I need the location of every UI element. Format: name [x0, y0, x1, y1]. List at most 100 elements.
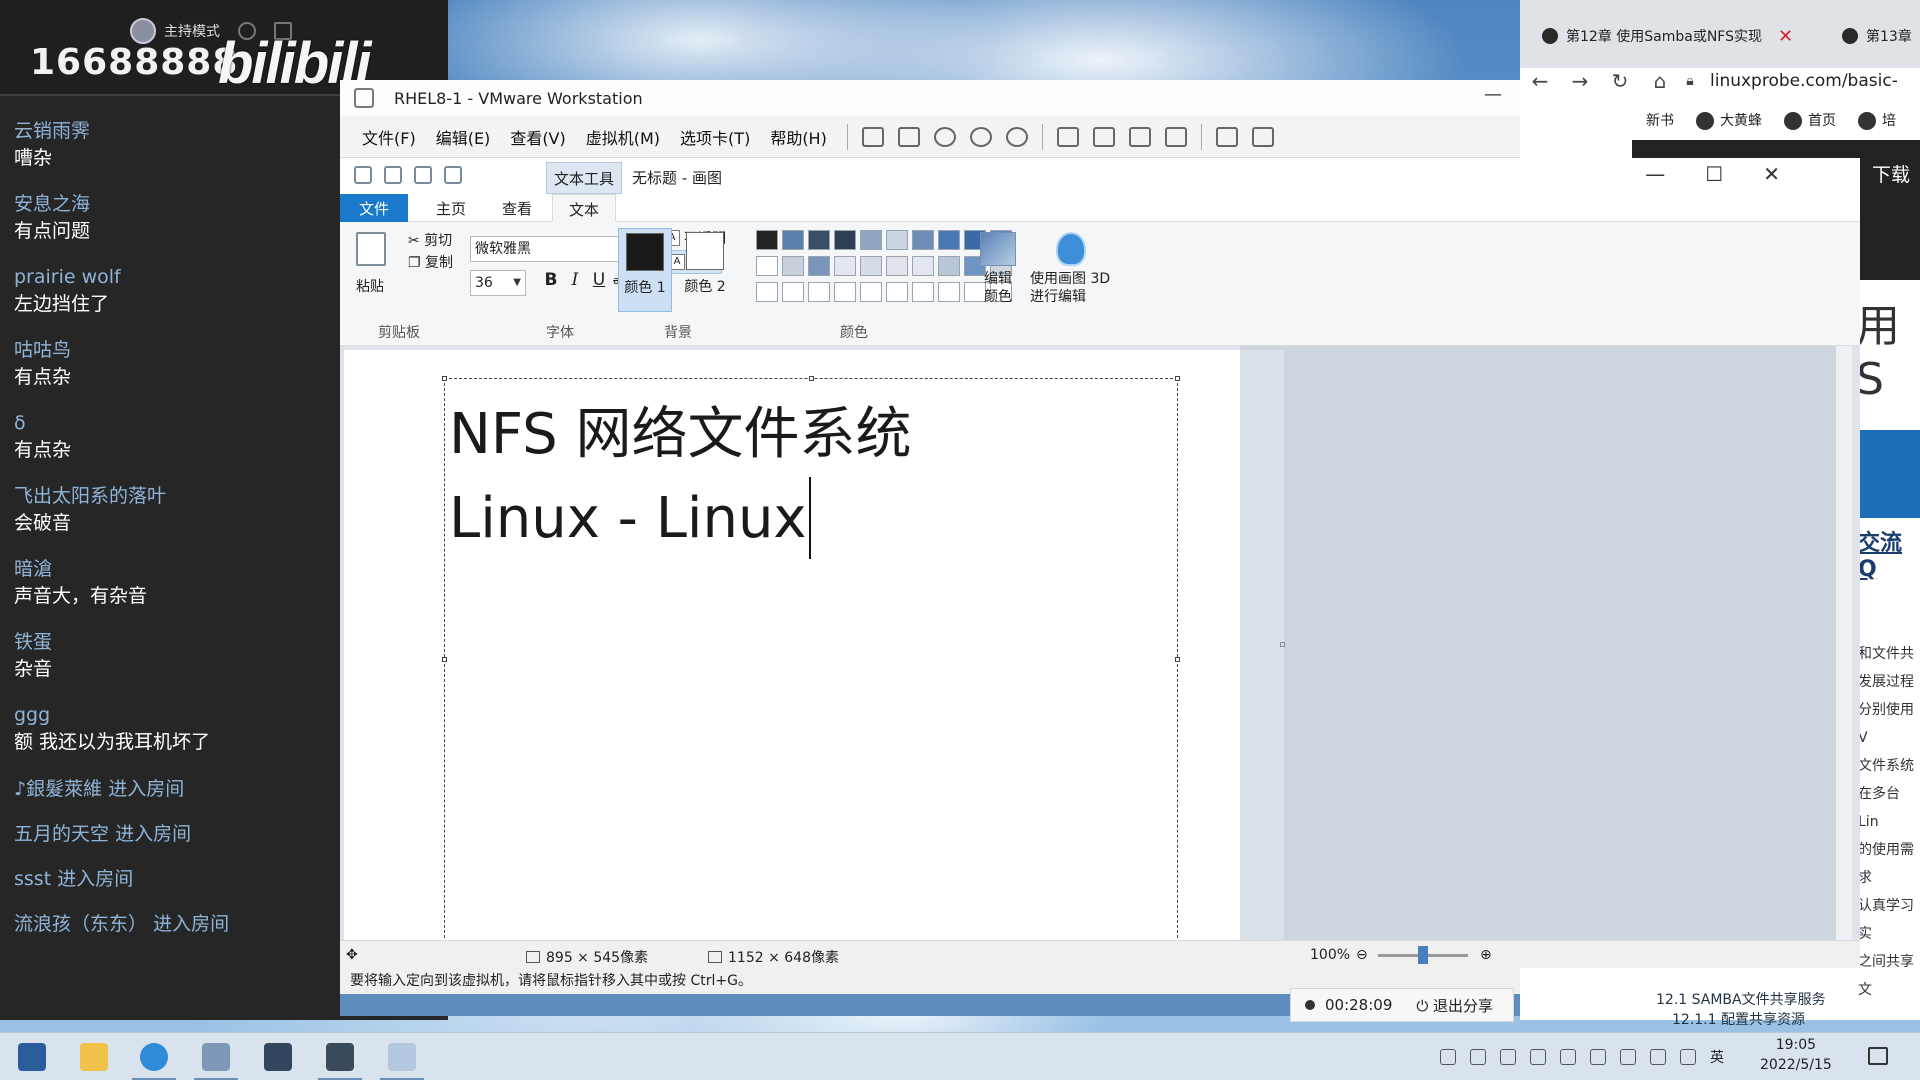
underline-button[interactable]: U: [588, 270, 610, 290]
download-link[interactable]: 下载: [1872, 160, 1910, 187]
vertical-scrollbar[interactable]: [1836, 346, 1852, 940]
tab-view[interactable]: 查看: [488, 194, 546, 222]
palette-swatch[interactable]: [782, 256, 804, 276]
bookmark-item[interactable]: 培: [1858, 110, 1896, 130]
menu-file[interactable]: 文件(F): [362, 125, 416, 149]
browser-tab[interactable]: 第13章: [1842, 22, 1912, 50]
palette-swatch[interactable]: [782, 230, 804, 250]
undo-icon[interactable]: [414, 166, 432, 184]
zoom-out-icon[interactable]: ⊖: [1356, 947, 1368, 963]
font-size-select[interactable]: 36 ▼: [470, 270, 526, 296]
italic-button[interactable]: I: [564, 270, 586, 290]
menu-view[interactable]: 查看(V): [510, 125, 565, 149]
avatar[interactable]: [130, 18, 156, 44]
chat-username[interactable]: ggg: [14, 702, 344, 728]
palette-swatch[interactable]: [834, 282, 856, 302]
palette-swatch[interactable]: [938, 256, 960, 276]
drawing-canvas[interactable]: NFS 网络文件系统 Linux - Linux: [344, 350, 1285, 948]
menu-vm[interactable]: 虚拟机(M): [586, 125, 660, 149]
fullscreen-icon[interactable]: [1128, 126, 1151, 147]
start-icon[interactable]: [18, 1043, 46, 1071]
chat-username[interactable]: 铁蛋: [14, 629, 344, 655]
paint-icon[interactable]: [380, 1043, 424, 1080]
send-keys-icon[interactable]: [897, 126, 920, 147]
screen-icon[interactable]: [1590, 1049, 1606, 1065]
menu-help[interactable]: 帮助(H): [770, 125, 827, 149]
palette-swatch[interactable]: [886, 256, 908, 276]
exit-share-button[interactable]: ⏻ 退出分享: [1416, 995, 1493, 1016]
bold-button[interactable]: B: [540, 270, 562, 290]
toc-item[interactable]: 12.1 SAMBA文件共享服务: [1656, 990, 1826, 1010]
terminal-icon[interactable]: [318, 1043, 362, 1080]
palette-swatch[interactable]: [808, 230, 830, 250]
chat-username[interactable]: 飞出太阳系的落叶: [14, 483, 344, 509]
chat-username[interactable]: 咕咕鸟: [14, 337, 344, 363]
minimize-icon[interactable]: —: [1484, 84, 1502, 105]
resize-handle[interactable]: [442, 376, 447, 381]
close-icon[interactable]: ✕: [1763, 162, 1780, 186]
vmware-icon[interactable]: [194, 1043, 238, 1080]
url-field[interactable]: linuxprobe.com/basic-: [1710, 71, 1898, 91]
palette-swatch[interactable]: [860, 256, 882, 276]
microphone-icon[interactable]: [1440, 1049, 1456, 1065]
text-box-content[interactable]: NFS 网络文件系统 Linux - Linux: [449, 393, 911, 561]
obs-icon[interactable]: [264, 1043, 292, 1071]
palette-swatch[interactable]: [912, 230, 934, 250]
back-icon[interactable]: ←: [1520, 69, 1560, 93]
minimize-icon[interactable]: —: [1645, 162, 1665, 186]
paint3d-button[interactable]: 使用画图 3D 进行编辑: [1030, 232, 1120, 306]
file-explorer-icon[interactable]: [80, 1043, 108, 1071]
entry-user[interactable]: 五月的天空: [14, 823, 109, 845]
forward-icon[interactable]: →: [1560, 69, 1600, 93]
toc-item[interactable]: 12.1.1 配置共享资源: [1656, 1010, 1826, 1030]
text-box[interactable]: NFS 网络文件系统 Linux - Linux: [442, 376, 1180, 948]
zoom-in-icon[interactable]: ⊕: [1480, 947, 1492, 963]
browser-tab-active[interactable]: 第12章 使用Samba或NFS实现 ✕: [1542, 22, 1793, 50]
palette-swatch[interactable]: [808, 282, 830, 302]
clipboard-icon[interactable]: [356, 232, 386, 266]
qq-group-link[interactable]: 交流Q: [1858, 525, 1920, 582]
entry-user[interactable]: ♪銀髮萊維: [14, 778, 102, 800]
edit-colors-button[interactable]: 编辑颜色: [980, 232, 1016, 306]
sync-icon[interactable]: [1470, 1049, 1486, 1065]
revert-snapshot-icon[interactable]: [969, 126, 992, 147]
usb-icon[interactable]: [1560, 1049, 1576, 1065]
palette-swatch[interactable]: [782, 282, 804, 302]
palette-swatch[interactable]: [834, 256, 856, 276]
chat-username[interactable]: prairie wolf: [14, 264, 344, 290]
notification-icon[interactable]: [1868, 1047, 1888, 1065]
tab-text[interactable]: 文本: [552, 194, 616, 223]
menu-edit[interactable]: 编辑(E): [436, 125, 491, 149]
palette-swatch[interactable]: [808, 256, 830, 276]
host-mode-label[interactable]: 主持模式: [164, 21, 220, 41]
bookmark-item[interactable]: 新书: [1646, 110, 1674, 130]
unity-icon[interactable]: [1164, 126, 1187, 147]
palette-swatch[interactable]: [938, 282, 960, 302]
palette-swatch[interactable]: [860, 230, 882, 250]
cut-button[interactable]: ✂ 剪切: [408, 230, 452, 250]
resize-handle[interactable]: [442, 657, 447, 662]
palette-swatch[interactable]: [834, 230, 856, 250]
palette-swatch[interactable]: [860, 282, 882, 302]
wifi-icon[interactable]: [1680, 1049, 1696, 1065]
palette-swatch[interactable]: [886, 282, 908, 302]
palette-swatch[interactable]: [756, 230, 778, 250]
tray-app-icon[interactable]: [1500, 1049, 1516, 1065]
entry-user[interactable]: 流浪孩（东东）: [14, 913, 147, 935]
save-icon[interactable]: [384, 166, 402, 184]
snapshot-manager-icon[interactable]: [1005, 126, 1028, 147]
taskbar-clock[interactable]: 19:05 2022/5/15: [1760, 1035, 1832, 1075]
stretch-icon[interactable]: [1251, 126, 1274, 147]
zoom-slider-thumb[interactable]: [1418, 946, 1428, 964]
bookmark-item[interactable]: 大黄蜂: [1696, 110, 1762, 130]
tab-file[interactable]: 文件: [340, 194, 408, 222]
library-icon[interactable]: [1056, 126, 1079, 147]
maximize-icon[interactable]: ☐: [1705, 162, 1723, 186]
bookmark-item[interactable]: 首页: [1784, 110, 1836, 130]
palette-swatch[interactable]: [756, 282, 778, 302]
resize-handle[interactable]: [1175, 376, 1180, 381]
resize-handle[interactable]: [1175, 657, 1180, 662]
edge-icon[interactable]: [132, 1043, 176, 1080]
paste-button[interactable]: 粘贴: [356, 276, 384, 296]
snapshot-icon[interactable]: [933, 126, 956, 147]
